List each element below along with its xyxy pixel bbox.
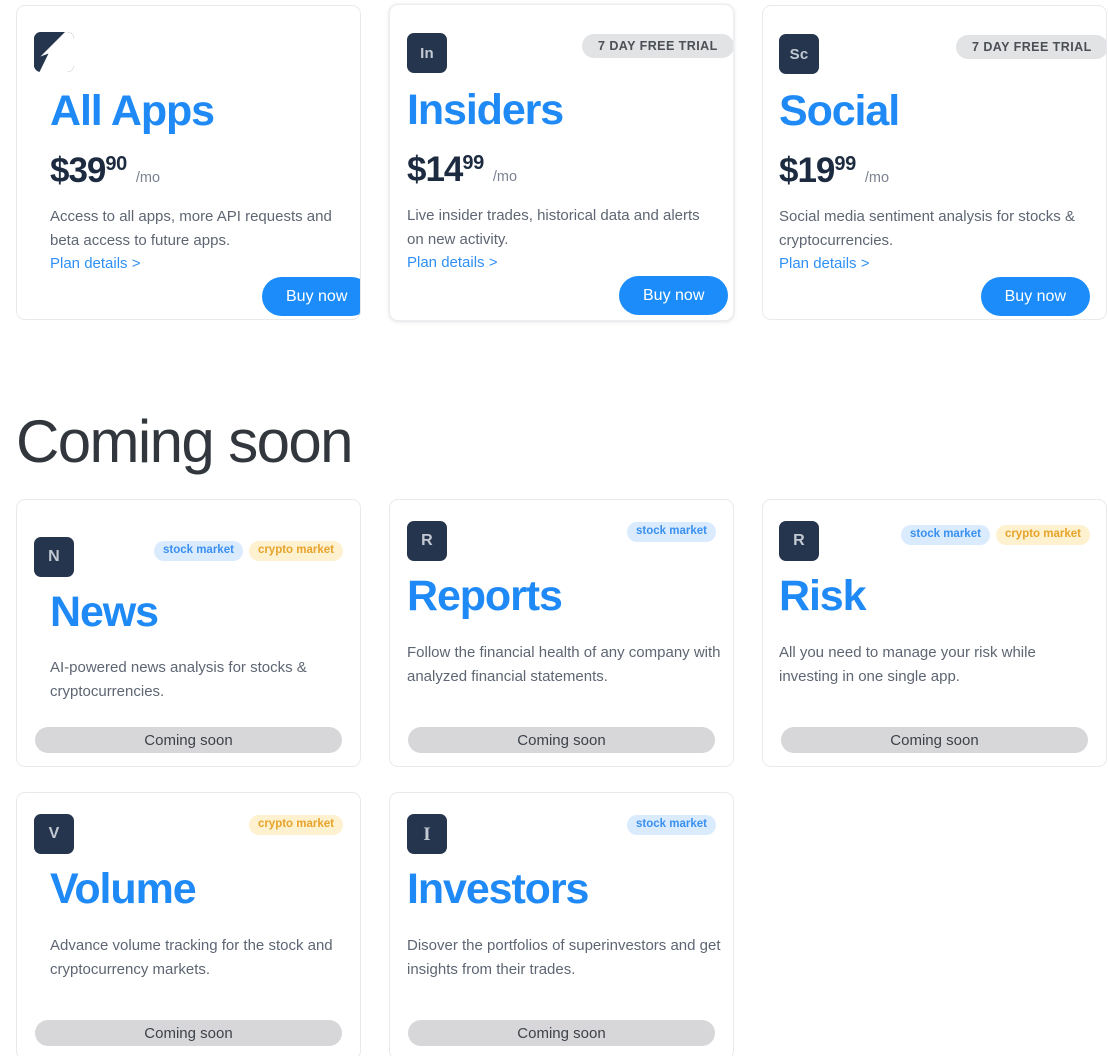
plan-price: $19 99 /mo [779,153,889,188]
upcoming-description: Follow the financial health of any compa… [407,644,721,685]
upcoming-card-reports[interactable]: R stock market Reports Follow the financ… [389,499,734,767]
tag-crypto-market: crypto market [995,525,1090,545]
plan-price: $39 90 /mo [50,153,160,188]
plan-description: Social media sentiment analysis for stoc… [779,208,1075,249]
price-period: /mo [135,170,161,186]
tag-stock-market: stock market [900,525,990,545]
coming-soon-button: Coming soon [35,1020,342,1046]
price-cents: 99 [834,153,856,175]
upcoming-title: Risk [779,572,867,620]
upcoming-description: AI-powered news analysis for stocks & cr… [50,659,307,700]
price-cents: 99 [462,152,484,174]
upcoming-card-risk[interactable]: R stock market crypto market Risk All yo… [762,499,1107,767]
coming-soon-button: Coming soon [35,727,342,753]
social-app-icon: Sc [779,34,819,74]
price-period: /mo [864,170,890,186]
plan-title: Insiders [407,86,564,134]
page-section-title: Coming soon [16,408,354,475]
plan-card-all-apps[interactable]: All Apps $39 90 /mo Access to all apps, … [16,5,361,320]
upcoming-card-news[interactable]: N stock market crypto market News AI-pow… [16,499,361,767]
price-amount: $19 [779,151,835,190]
all-apps-logo-icon [34,32,74,72]
price-amount: $39 [50,151,106,190]
plan-card-social[interactable]: Sc 7 DAY FREE TRIAL Social $19 99 /mo So… [762,5,1107,320]
plan-title: All Apps [50,87,215,135]
tag-crypto-market: crypto market [248,815,343,835]
plan-description: Live insider trades, historical data and… [407,207,700,248]
plan-details-link[interactable]: Plan details > [779,256,869,271]
tag-row: stock market [390,522,716,542]
pricing-page: All Apps $39 90 /mo Access to all apps, … [0,0,1108,1056]
upcoming-card-volume[interactable]: V crypto market Volume Advance volume tr… [16,792,361,1056]
plan-title: Social [779,87,900,135]
trial-badge: 7 DAY FREE TRIAL [956,35,1106,59]
buy-now-button[interactable]: Buy now [980,277,1090,316]
price-cents: 90 [105,153,127,175]
tag-row: stock market crypto market [17,541,343,561]
plan-price: $14 99 /mo [407,152,517,187]
tag-row: stock market [390,815,716,835]
tag-stock-market: stock market [153,541,243,561]
upcoming-title: Volume [50,865,197,913]
tag-crypto-market: crypto market [248,541,343,561]
tag-stock-market: stock market [627,522,716,542]
upcoming-title: Reports [407,572,563,620]
upcoming-description: All you need to manage your risk while i… [779,644,1036,685]
plan-details-link[interactable]: Plan details > [50,256,140,271]
coming-soon-button: Coming soon [408,727,715,753]
insiders-app-icon: In [407,33,447,73]
coming-soon-button: Coming soon [408,1020,715,1046]
upcoming-title: News [50,588,159,636]
price-amount: $14 [407,150,463,189]
buy-now-button[interactable]: Buy now [262,277,360,316]
upcoming-description: Advance volume tracking for the stock an… [50,937,333,978]
plan-description: Access to all apps, more API requests an… [50,208,332,249]
upcoming-card-investors[interactable]: I stock market Investors Disover the por… [389,792,734,1056]
plan-details-link[interactable]: Plan details > [407,255,497,270]
buy-now-button[interactable]: Buy now [619,276,729,315]
tag-stock-market: stock market [627,815,716,835]
trial-badge: 7 DAY FREE TRIAL [582,34,733,58]
price-period: /mo [492,169,518,185]
upcoming-description: Disover the portfolios of superinvestors… [407,937,721,978]
plan-card-insiders[interactable]: In 7 DAY FREE TRIAL Insiders $14 99 /mo … [389,4,734,321]
coming-soon-button: Coming soon [781,727,1088,753]
tag-row: crypto market [17,815,343,835]
upcoming-title: Investors [407,865,589,913]
tag-row: stock market crypto market [763,525,1090,545]
